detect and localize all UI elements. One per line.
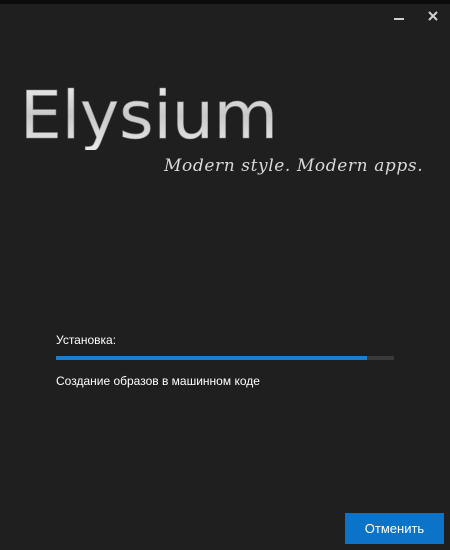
install-status-label: Установка: (56, 333, 117, 347)
install-progress-fill (56, 356, 367, 360)
title-bar (0, 0, 450, 4)
minimize-icon (394, 18, 404, 20)
cancel-button[interactable]: Отменить (345, 513, 444, 544)
logo-text: Elysium (20, 80, 278, 150)
tagline: Modern style. Modern apps. (164, 156, 424, 176)
install-progress-bar (56, 356, 394, 360)
app-logo: Elysium (20, 80, 279, 150)
install-status-detail: Создание образов в машинном коде (56, 374, 260, 388)
installer-window: Elysium Modern style. Modern apps. Устан… (0, 0, 450, 550)
close-icon (428, 11, 438, 21)
close-button[interactable] (422, 6, 444, 26)
minimize-button[interactable] (388, 6, 410, 26)
